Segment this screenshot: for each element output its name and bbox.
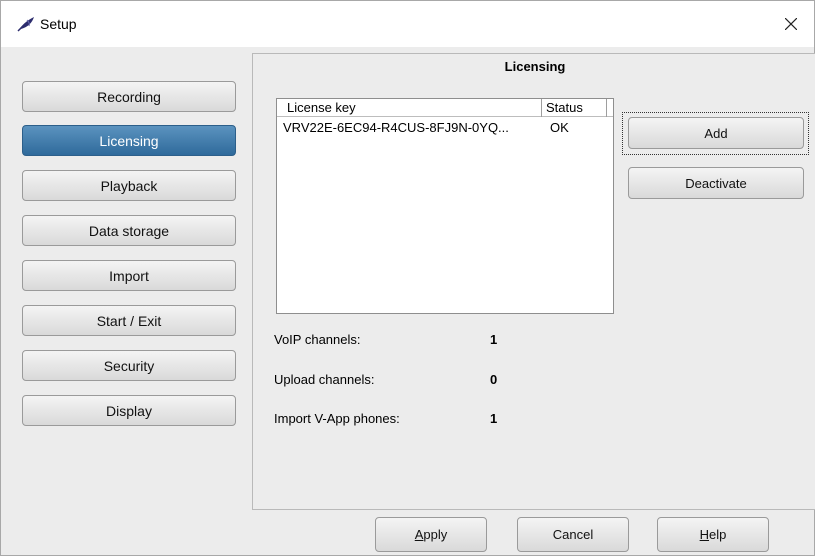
sidebar-item-import[interactable]: Import <box>22 260 236 291</box>
sidebar-item-label: Playback <box>100 177 158 194</box>
licensing-panel: Licensing License key Status VRV22E-6EC9… <box>252 53 815 510</box>
deactivate-button[interactable]: Deactivate <box>628 167 804 199</box>
close-button[interactable] <box>768 1 814 47</box>
upload-channels-value: 0 <box>490 372 498 387</box>
sidebar-item-display[interactable]: Display <box>22 395 236 426</box>
title-bar[interactable]: Setup <box>1 1 814 47</box>
close-icon <box>785 18 797 30</box>
table-header: License key Status <box>277 99 613 117</box>
license-key-cell: VRV22E-6EC94-R4CUS-8FJ9N-0YQ... <box>283 120 509 135</box>
column-header-status[interactable]: Status <box>546 99 583 117</box>
add-button-label: Add <box>704 125 728 141</box>
sidebar-item-licensing[interactable]: Licensing <box>22 125 236 156</box>
sidebar-item-label: Data storage <box>88 222 170 239</box>
cancel-button[interactable]: Cancel <box>517 517 629 552</box>
apply-button[interactable]: Apply <box>375 517 487 552</box>
sidebar-item-label: Security <box>103 357 155 374</box>
sidebar-item-start-exit[interactable]: Start / Exit <box>22 305 236 336</box>
license-table[interactable]: License key Status VRV22E-6EC94-R4CUS-8F… <box>276 98 614 314</box>
apply-label-rest: pply <box>423 527 448 542</box>
sidebar-item-playback[interactable]: Playback <box>22 170 236 201</box>
upload-channels-label: Upload channels: <box>274 372 375 387</box>
column-separator[interactable] <box>541 99 542 117</box>
help-label-rest: elp <box>709 527 727 542</box>
panel-title: Licensing <box>504 59 566 74</box>
sidebar-item-label: Display <box>106 402 152 419</box>
column-header-license-key[interactable]: License key <box>287 99 356 117</box>
sidebar-item-security[interactable]: Security <box>22 350 236 381</box>
help-hotkey: H <box>699 527 710 542</box>
sidebar-item-label: Recording <box>97 88 161 105</box>
setup-window: Setup Recording Licensing Playback Data … <box>0 0 815 556</box>
import-vapp-phones-label: Import V-App phones: <box>274 411 400 426</box>
sidebar-item-label: Import <box>109 267 149 284</box>
sidebar-item-data-storage[interactable]: Data storage <box>22 215 236 246</box>
voip-channels-label: VoIP channels: <box>274 332 361 347</box>
add-button[interactable]: Add <box>628 117 804 149</box>
voip-channels-value: 1 <box>490 332 498 347</box>
apply-hotkey: A <box>414 527 424 542</box>
status-cell: OK <box>550 120 569 135</box>
sidebar-item-label: Start / Exit <box>96 312 162 329</box>
sidebar-item-label: Licensing <box>99 132 159 149</box>
import-vapp-phones-value: 1 <box>490 411 498 426</box>
deactivate-button-label: Deactivate <box>685 175 747 191</box>
column-separator[interactable] <box>606 99 607 117</box>
window-title: Setup <box>40 16 77 32</box>
feather-quill-icon <box>17 16 35 32</box>
table-row[interactable]: VRV22E-6EC94-R4CUS-8FJ9N-0YQ... OK <box>277 118 613 138</box>
help-button[interactable]: Help <box>657 517 769 552</box>
sidebar-item-recording[interactable]: Recording <box>22 81 236 112</box>
cancel-label: Cancel <box>552 527 594 542</box>
